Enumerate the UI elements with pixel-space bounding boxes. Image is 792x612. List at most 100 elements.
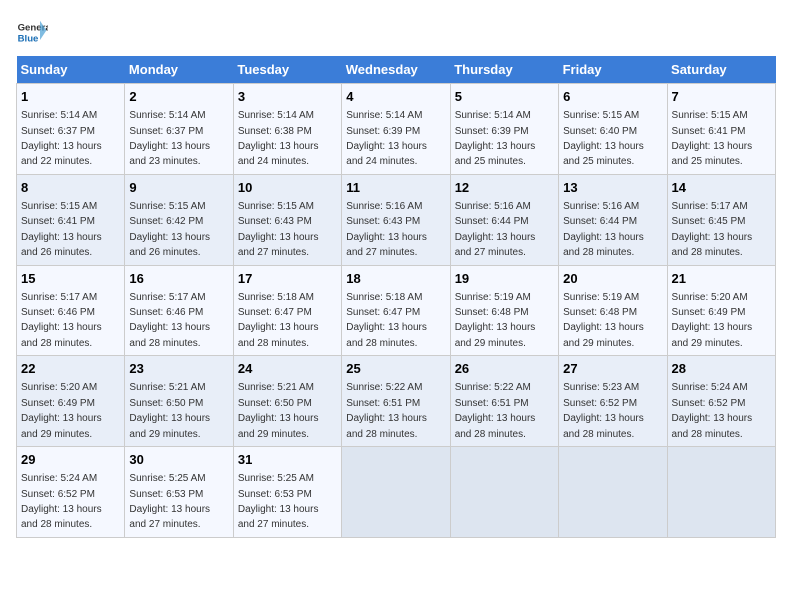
day-info: Sunrise: 5:14 AMSunset: 6:39 PMDaylight:… [346,110,427,167]
header-monday: Monday [125,56,233,84]
calendar-cell: 11 Sunrise: 5:16 AMSunset: 6:43 PMDaylig… [342,174,450,265]
header-saturday: Saturday [667,56,775,84]
header-sunday: Sunday [17,56,125,84]
calendar-cell: 24 Sunrise: 5:21 AMSunset: 6:50 PMDaylig… [233,356,341,447]
calendar-cell: 25 Sunrise: 5:22 AMSunset: 6:51 PMDaylig… [342,356,450,447]
calendar-header-row: SundayMondayTuesdayWednesdayThursdayFrid… [17,56,776,84]
day-info: Sunrise: 5:21 AMSunset: 6:50 PMDaylight:… [238,382,319,439]
calendar-cell: 7 Sunrise: 5:15 AMSunset: 6:41 PMDayligh… [667,84,775,175]
day-info: Sunrise: 5:17 AMSunset: 6:46 PMDaylight:… [21,292,102,349]
calendar-cell: 17 Sunrise: 5:18 AMSunset: 6:47 PMDaylig… [233,265,341,356]
day-info: Sunrise: 5:21 AMSunset: 6:50 PMDaylight:… [129,382,210,439]
calendar-cell: 12 Sunrise: 5:16 AMSunset: 6:44 PMDaylig… [450,174,558,265]
day-info: Sunrise: 5:23 AMSunset: 6:52 PMDaylight:… [563,382,644,439]
day-number: 2 [129,88,228,106]
day-number: 9 [129,179,228,197]
calendar-cell [559,447,667,538]
calendar-cell: 23 Sunrise: 5:21 AMSunset: 6:50 PMDaylig… [125,356,233,447]
calendar-cell: 20 Sunrise: 5:19 AMSunset: 6:48 PMDaylig… [559,265,667,356]
calendar-cell: 19 Sunrise: 5:19 AMSunset: 6:48 PMDaylig… [450,265,558,356]
day-number: 29 [21,451,120,469]
day-info: Sunrise: 5:16 AMSunset: 6:43 PMDaylight:… [346,201,427,258]
day-number: 17 [238,270,337,288]
calendar-cell: 31 Sunrise: 5:25 AMSunset: 6:53 PMDaylig… [233,447,341,538]
calendar-cell: 22 Sunrise: 5:20 AMSunset: 6:49 PMDaylig… [17,356,125,447]
calendar-cell: 2 Sunrise: 5:14 AMSunset: 6:37 PMDayligh… [125,84,233,175]
day-info: Sunrise: 5:15 AMSunset: 6:40 PMDaylight:… [563,110,644,167]
day-number: 22 [21,360,120,378]
page-header: General Blue [16,16,776,48]
day-info: Sunrise: 5:20 AMSunset: 6:49 PMDaylight:… [672,292,753,349]
day-number: 24 [238,360,337,378]
day-info: Sunrise: 5:18 AMSunset: 6:47 PMDaylight:… [346,292,427,349]
day-info: Sunrise: 5:17 AMSunset: 6:45 PMDaylight:… [672,201,753,258]
day-number: 20 [563,270,662,288]
day-info: Sunrise: 5:15 AMSunset: 6:41 PMDaylight:… [21,201,102,258]
day-number: 10 [238,179,337,197]
day-number: 4 [346,88,445,106]
day-info: Sunrise: 5:15 AMSunset: 6:42 PMDaylight:… [129,201,210,258]
day-info: Sunrise: 5:19 AMSunset: 6:48 PMDaylight:… [455,292,536,349]
day-info: Sunrise: 5:19 AMSunset: 6:48 PMDaylight:… [563,292,644,349]
header-thursday: Thursday [450,56,558,84]
calendar-cell: 5 Sunrise: 5:14 AMSunset: 6:39 PMDayligh… [450,84,558,175]
day-number: 21 [672,270,771,288]
calendar-week-2: 8 Sunrise: 5:15 AMSunset: 6:41 PMDayligh… [17,174,776,265]
calendar-cell: 13 Sunrise: 5:16 AMSunset: 6:44 PMDaylig… [559,174,667,265]
calendar-cell: 30 Sunrise: 5:25 AMSunset: 6:53 PMDaylig… [125,447,233,538]
svg-text:Blue: Blue [18,34,39,45]
day-info: Sunrise: 5:25 AMSunset: 6:53 PMDaylight:… [238,473,319,530]
day-info: Sunrise: 5:16 AMSunset: 6:44 PMDaylight:… [455,201,536,258]
calendar-week-3: 15 Sunrise: 5:17 AMSunset: 6:46 PMDaylig… [17,265,776,356]
calendar-week-5: 29 Sunrise: 5:24 AMSunset: 6:52 PMDaylig… [17,447,776,538]
calendar-cell: 4 Sunrise: 5:14 AMSunset: 6:39 PMDayligh… [342,84,450,175]
day-number: 27 [563,360,662,378]
day-number: 18 [346,270,445,288]
header-wednesday: Wednesday [342,56,450,84]
day-number: 7 [672,88,771,106]
day-number: 16 [129,270,228,288]
day-info: Sunrise: 5:14 AMSunset: 6:37 PMDaylight:… [21,110,102,167]
day-info: Sunrise: 5:14 AMSunset: 6:37 PMDaylight:… [129,110,210,167]
day-number: 3 [238,88,337,106]
day-info: Sunrise: 5:15 AMSunset: 6:43 PMDaylight:… [238,201,319,258]
calendar-cell [342,447,450,538]
calendar-cell: 29 Sunrise: 5:24 AMSunset: 6:52 PMDaylig… [17,447,125,538]
logo: General Blue [16,16,52,48]
calendar-cell: 26 Sunrise: 5:22 AMSunset: 6:51 PMDaylig… [450,356,558,447]
day-number: 31 [238,451,337,469]
calendar-cell: 3 Sunrise: 5:14 AMSunset: 6:38 PMDayligh… [233,84,341,175]
calendar-week-4: 22 Sunrise: 5:20 AMSunset: 6:49 PMDaylig… [17,356,776,447]
calendar-cell: 21 Sunrise: 5:20 AMSunset: 6:49 PMDaylig… [667,265,775,356]
day-info: Sunrise: 5:16 AMSunset: 6:44 PMDaylight:… [563,201,644,258]
calendar-cell [450,447,558,538]
calendar-cell: 18 Sunrise: 5:18 AMSunset: 6:47 PMDaylig… [342,265,450,356]
calendar-cell: 27 Sunrise: 5:23 AMSunset: 6:52 PMDaylig… [559,356,667,447]
day-number: 26 [455,360,554,378]
day-number: 19 [455,270,554,288]
day-info: Sunrise: 5:14 AMSunset: 6:39 PMDaylight:… [455,110,536,167]
day-number: 15 [21,270,120,288]
day-number: 13 [563,179,662,197]
day-number: 25 [346,360,445,378]
day-info: Sunrise: 5:18 AMSunset: 6:47 PMDaylight:… [238,292,319,349]
day-info: Sunrise: 5:24 AMSunset: 6:52 PMDaylight:… [21,473,102,530]
day-number: 12 [455,179,554,197]
day-number: 6 [563,88,662,106]
day-info: Sunrise: 5:25 AMSunset: 6:53 PMDaylight:… [129,473,210,530]
day-info: Sunrise: 5:20 AMSunset: 6:49 PMDaylight:… [21,382,102,439]
day-info: Sunrise: 5:14 AMSunset: 6:38 PMDaylight:… [238,110,319,167]
calendar-cell: 15 Sunrise: 5:17 AMSunset: 6:46 PMDaylig… [17,265,125,356]
calendar-cell: 8 Sunrise: 5:15 AMSunset: 6:41 PMDayligh… [17,174,125,265]
day-number: 14 [672,179,771,197]
calendar-table: SundayMondayTuesdayWednesdayThursdayFrid… [16,56,776,538]
day-info: Sunrise: 5:22 AMSunset: 6:51 PMDaylight:… [455,382,536,439]
header-friday: Friday [559,56,667,84]
day-info: Sunrise: 5:22 AMSunset: 6:51 PMDaylight:… [346,382,427,439]
calendar-cell: 10 Sunrise: 5:15 AMSunset: 6:43 PMDaylig… [233,174,341,265]
calendar-cell: 16 Sunrise: 5:17 AMSunset: 6:46 PMDaylig… [125,265,233,356]
day-number: 28 [672,360,771,378]
calendar-cell [667,447,775,538]
day-number: 1 [21,88,120,106]
day-info: Sunrise: 5:24 AMSunset: 6:52 PMDaylight:… [672,382,753,439]
